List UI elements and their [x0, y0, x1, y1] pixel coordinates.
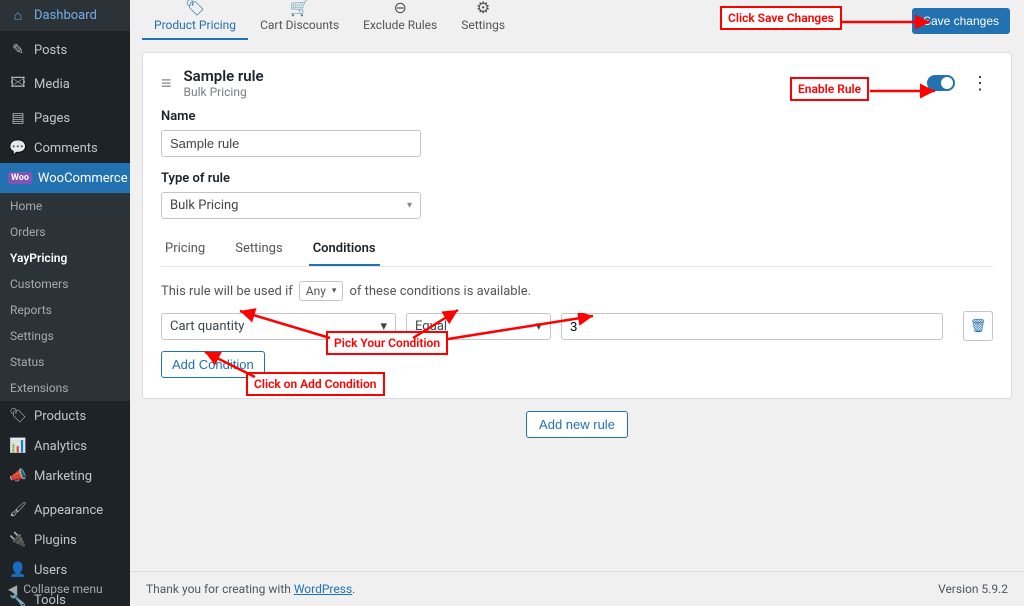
sidebar-label: Dashboard: [34, 8, 97, 23]
marketing-icon: 📣: [8, 468, 28, 484]
sidebar-label: Posts: [34, 43, 67, 58]
sidebar-item-products[interactable]: 🏷 Products: [0, 401, 130, 431]
dashboard-icon: ⌂: [8, 7, 28, 24]
top-tabs: 🏷Product Pricing 🛒Cart Discounts ⊖Exclud…: [130, 0, 1024, 40]
rule-panel: ≡ Sample rule Bulk Pricing ⋮ Name Type o…: [142, 52, 1012, 399]
subtab-conditions[interactable]: Conditions: [309, 233, 380, 266]
wordpress-link[interactable]: WordPress: [294, 582, 352, 596]
products-icon: 🏷: [8, 408, 28, 424]
chevron-down-icon: ▾: [332, 286, 337, 296]
rule-subtitle: Bulk Pricing: [184, 85, 264, 99]
tab-product-pricing[interactable]: 🏷Product Pricing: [142, 0, 248, 40]
sidebar-label: WooCommerce: [38, 171, 128, 186]
analytics-icon: 📊: [8, 438, 28, 454]
tab-exclude-rules[interactable]: ⊖Exclude Rules: [351, 0, 449, 40]
sidebar-label: Analytics: [34, 439, 87, 454]
collapse-icon: ◀: [8, 582, 17, 596]
condition-value-input[interactable]: [561, 313, 943, 340]
plugins-icon: 🔌: [8, 532, 28, 548]
delete-condition-button[interactable]: 🗑: [963, 311, 993, 341]
sidebar-sub-home[interactable]: Home: [0, 193, 130, 219]
tab-settings[interactable]: ⚙Settings: [449, 0, 517, 40]
conditions-hint: This rule will be used if Any▾ of these …: [161, 281, 993, 301]
sidebar-item-appearance[interactable]: 🖌 Appearance: [0, 495, 130, 525]
sidebar-sub-orders[interactable]: Orders: [0, 219, 130, 245]
name-label: Name: [161, 109, 993, 124]
sidebar-label: Comments: [34, 141, 98, 156]
woo-icon: Woo: [8, 172, 32, 184]
sidebar-item-plugins[interactable]: 🔌 Plugins: [0, 525, 130, 555]
rule-subtabs: Pricing Settings Conditions: [161, 233, 993, 267]
sidebar-label: Plugins: [34, 533, 77, 548]
match-type-select[interactable]: Any▾: [299, 281, 344, 301]
sidebar-item-pages[interactable]: ▤ Pages: [0, 103, 130, 133]
tab-cart-discounts[interactable]: 🛒Cart Discounts: [248, 0, 351, 40]
more-options-icon[interactable]: ⋮: [967, 73, 993, 94]
sidebar-label: Marketing: [34, 469, 92, 484]
media-icon: 🖾: [8, 72, 28, 96]
rule-title: Sample rule: [184, 67, 264, 85]
sidebar-label: Pages: [34, 111, 70, 126]
sidebar-item-media[interactable]: 🖾 Media: [0, 65, 130, 103]
main-content: 🏷Product Pricing 🛒Cart Discounts ⊖Exclud…: [130, 0, 1024, 606]
sidebar-item-woocommerce[interactable]: WooWooCommerce◄: [0, 163, 130, 193]
admin-sidebar: ⌂ Dashboard ✎ Posts 🖾 Media ▤ Pages 💬 Comment…: [0, 0, 130, 606]
sidebar-sub-customers[interactable]: Customers: [0, 271, 130, 297]
callout-pick: Pick Your Condition: [326, 331, 448, 355]
callout-addc: Click on Add Condition: [246, 372, 385, 396]
callout-save: Click Save Changes: [720, 6, 842, 30]
cart-discounts-icon: 🛒: [290, 0, 310, 17]
posts-icon: ✎: [8, 42, 28, 58]
chevron-down-icon: ▾: [535, 319, 542, 334]
sidebar-sub-settings[interactable]: Settings: [0, 323, 130, 349]
sidebar-item-comments[interactable]: 💬 Comments: [0, 133, 130, 163]
sidebar-label: Products: [34, 409, 86, 424]
sidebar-sub-extensions[interactable]: Extensions: [0, 375, 130, 401]
settings-tab-icon: ⚙: [476, 0, 490, 17]
callout-enable: Enable Rule: [790, 77, 869, 101]
sidebar-item-marketing[interactable]: 📣 Marketing: [0, 461, 130, 491]
add-new-rule-button[interactable]: Add new rule: [526, 411, 628, 438]
sidebar-item-analytics[interactable]: 📊 Analytics: [0, 431, 130, 461]
exclude-rules-icon: ⊖: [393, 0, 406, 17]
subtab-pricing[interactable]: Pricing: [161, 233, 209, 266]
sidebar-label: Appearance: [34, 503, 103, 518]
collapse-menu[interactable]: ◀Collapse menu: [0, 572, 130, 606]
enable-rule-toggle[interactable]: [927, 75, 955, 91]
subtab-settings[interactable]: Settings: [231, 233, 286, 266]
name-input[interactable]: [161, 130, 421, 157]
type-select[interactable]: Bulk Pricing▾: [161, 192, 421, 219]
sidebar-item-dashboard[interactable]: ⌂ Dashboard: [0, 0, 130, 31]
comments-icon: 💬: [8, 140, 28, 156]
type-label: Type of rule: [161, 171, 993, 186]
drag-handle-icon[interactable]: ≡: [161, 73, 172, 94]
chevron-down-icon: ▾: [407, 200, 412, 211]
save-changes-button[interactable]: Save changes: [912, 8, 1010, 34]
admin-footer: Thank you for creating with WordPress. V…: [130, 571, 1024, 606]
condition-row: Cart quantity▾ Equal▾ 🗑: [161, 311, 993, 341]
sidebar-sub-status[interactable]: Status: [0, 349, 130, 375]
sidebar-item-posts[interactable]: ✎ Posts: [0, 35, 130, 65]
sidebar-sub-reports[interactable]: Reports: [0, 297, 130, 323]
sidebar-label: Media: [34, 77, 70, 92]
version-text: Version 5.9.2: [938, 582, 1008, 596]
appearance-icon: 🖌: [8, 502, 28, 518]
sidebar-sub-yaypricing[interactable]: YayPricing: [0, 245, 130, 271]
product-pricing-icon: 🏷: [185, 0, 205, 17]
trash-icon: 🗑: [970, 319, 987, 334]
pages-icon: ▤: [8, 110, 28, 126]
